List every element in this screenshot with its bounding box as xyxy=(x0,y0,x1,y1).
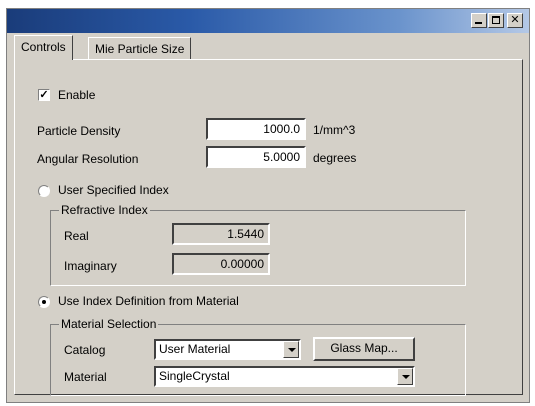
tab-mie-particle-size[interactable]: Mie Particle Size xyxy=(88,37,192,59)
real-label: Real xyxy=(64,229,89,243)
material-selection-title: Material Selection xyxy=(59,317,159,331)
imaginary-index-field: 0.00000 xyxy=(172,253,270,275)
user-specified-index-label: User Specified Index xyxy=(58,183,169,197)
real-index-field: 1.5440 xyxy=(172,223,270,245)
user-specified-index-radio[interactable] xyxy=(38,185,50,197)
catalog-value: User Material xyxy=(159,342,231,356)
angular-resolution-input[interactable]: 5.0000 xyxy=(206,146,306,168)
particle-density-label: Particle Density xyxy=(37,124,121,138)
use-index-material-label: Use Index Definition from Material xyxy=(58,294,239,308)
angular-resolution-label: Angular Resolution xyxy=(37,152,139,166)
angular-resolution-unit: degrees xyxy=(313,151,357,165)
catalog-dropdown[interactable]: User Material xyxy=(154,339,301,360)
enable-checkbox[interactable]: ✓ xyxy=(38,89,50,101)
radio-selected-dot xyxy=(42,300,46,304)
material-label: Material xyxy=(64,370,107,384)
refractive-index-title: Refractive Index xyxy=(59,203,150,217)
particle-density-input[interactable]: 1000.0 xyxy=(206,118,306,140)
maximize-button[interactable] xyxy=(488,13,504,28)
material-dropdown[interactable]: SingleCrystal xyxy=(154,366,415,387)
glass-map-button[interactable]: Glass Map... xyxy=(313,337,415,361)
close-button[interactable]: ✕ xyxy=(507,13,523,28)
tab-controls[interactable]: Controls xyxy=(14,35,73,60)
use-index-material-radio[interactable] xyxy=(38,296,50,308)
chevron-down-icon[interactable] xyxy=(283,341,299,358)
particle-density-unit: 1/mm^3 xyxy=(313,123,356,137)
tab-mie-particle-size-label: Mie Particle Size xyxy=(95,42,185,56)
catalog-label: Catalog xyxy=(64,343,106,357)
minimize-button[interactable] xyxy=(471,13,487,28)
minimize-icon xyxy=(475,22,482,24)
imaginary-label: Imaginary xyxy=(64,259,117,273)
material-value: SingleCrystal xyxy=(159,369,230,383)
close-icon: ✕ xyxy=(510,14,520,26)
chevron-down-icon[interactable] xyxy=(397,368,413,385)
enable-label: Enable xyxy=(58,88,96,102)
tab-controls-label: Controls xyxy=(21,40,66,54)
maximize-icon xyxy=(492,16,500,24)
title-bar[interactable]: ✕ xyxy=(7,9,529,33)
